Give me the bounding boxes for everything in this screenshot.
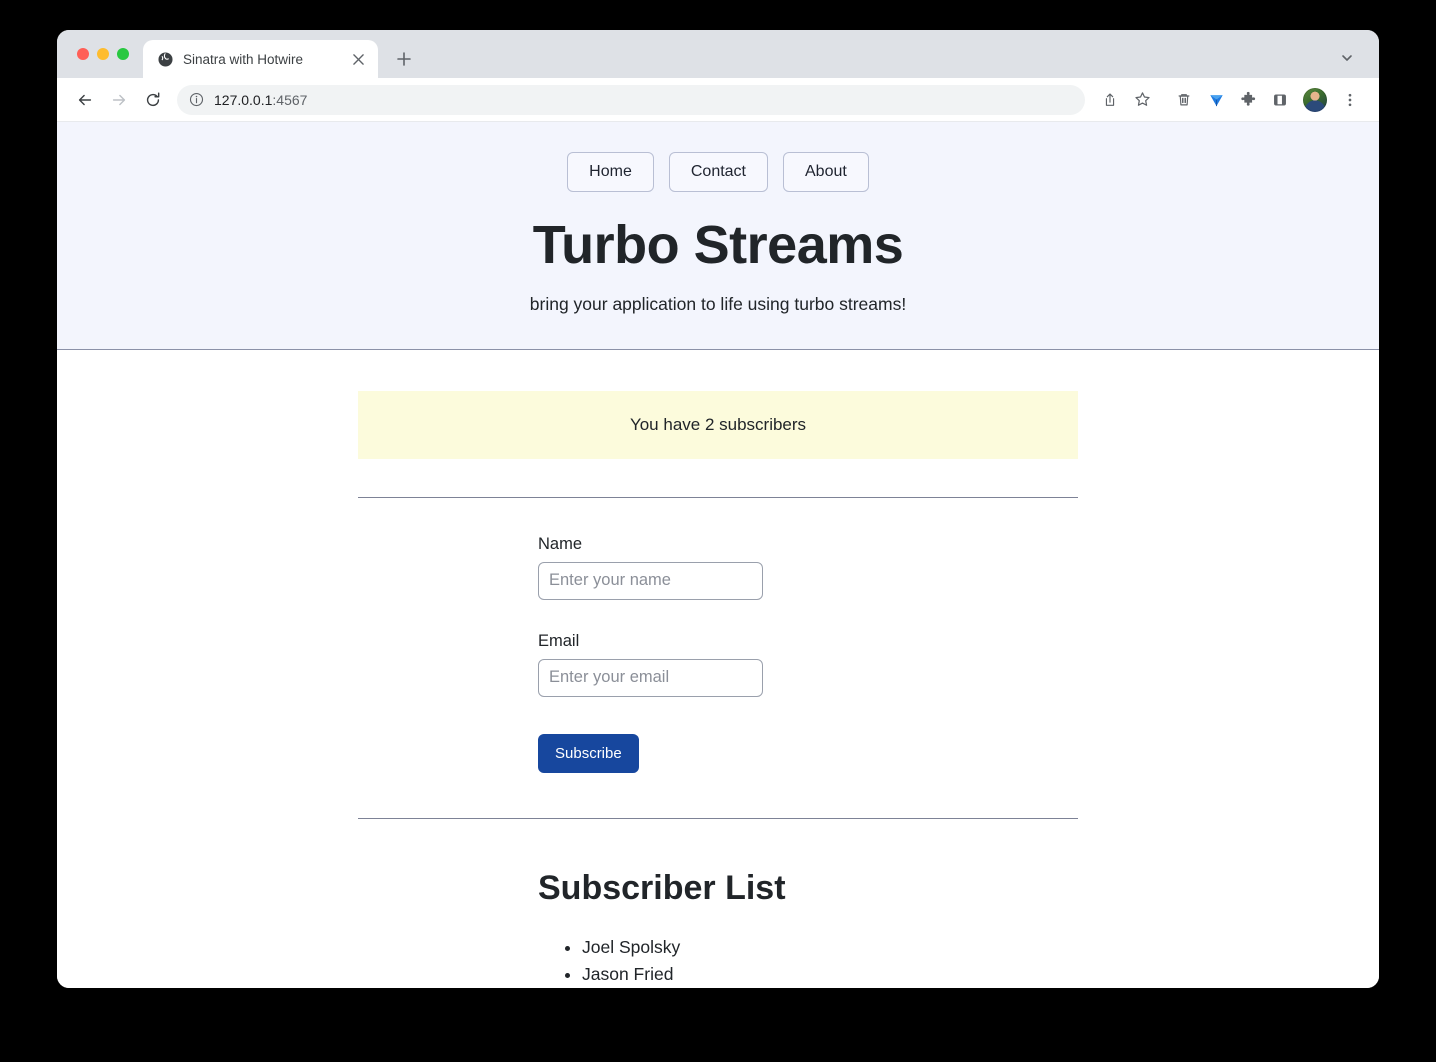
chevron-down-icon[interactable] <box>1333 44 1361 72</box>
subscriber-list: Joel Spolsky Jason Fried <box>538 934 1078 988</box>
subscriber-list-heading: Subscriber List <box>538 868 786 907</box>
star-icon[interactable] <box>1127 85 1157 115</box>
name-field-group: Name <box>538 535 1078 600</box>
maximize-window-button[interactable] <box>117 48 129 60</box>
address-bar[interactable]: 127.0.0.1:4567 <box>177 84 1085 115</box>
list-item: Joel Spolsky <box>582 934 1078 961</box>
email-field-group: Email <box>538 632 1078 697</box>
nav-link-home[interactable]: Home <box>567 152 654 192</box>
page-viewport: Home Contact About Turbo Streams bring y… <box>57 122 1379 988</box>
info-circle-icon[interactable] <box>189 92 204 107</box>
url-text: 127.0.0.1:4567 <box>214 92 307 108</box>
nav-link-about[interactable]: About <box>783 152 869 192</box>
page-title: Turbo Streams <box>532 214 904 275</box>
tab-title: Sinatra with Hotwire <box>183 51 304 67</box>
page-nav: Home Contact About <box>57 152 1379 192</box>
name-input[interactable] <box>538 561 763 600</box>
url-host: 127.0.0.1 <box>214 91 273 108</box>
three-dot-menu-icon[interactable] <box>1335 85 1365 115</box>
trash-icon[interactable] <box>1169 85 1199 115</box>
close-icon[interactable] <box>348 49 368 69</box>
subscribe-form: Name Email Subscribe <box>358 498 1078 773</box>
subscriber-list-section: Subscriber List Joel Spolsky Jason Fried <box>358 819 1078 988</box>
side-panel-icon[interactable] <box>1265 85 1295 115</box>
minimize-window-button[interactable] <box>97 48 109 60</box>
new-tab-button[interactable] <box>390 45 418 73</box>
browser-window: Sinatra with Hotwire 127.0.0.1:4567 Home… <box>57 30 1379 988</box>
puzzle-piece-icon[interactable] <box>1233 85 1263 115</box>
tab-strip: Sinatra with Hotwire <box>57 30 1379 78</box>
globe-icon <box>157 51 173 67</box>
main-content: You have 2 subscribers Name Email Subscr… <box>358 350 1078 988</box>
back-arrow-icon[interactable] <box>69 84 101 116</box>
subscriber-count-alert: You have 2 subscribers <box>358 390 1078 459</box>
window-controls <box>57 30 143 78</box>
forward-arrow-icon[interactable] <box>103 84 135 116</box>
page-subtitle: bring your application to life using tur… <box>529 293 907 314</box>
blue-gem-icon[interactable] <box>1201 85 1231 115</box>
browser-tab[interactable]: Sinatra with Hotwire <box>143 40 378 78</box>
hero-section: Home Contact About Turbo Streams bring y… <box>57 122 1379 350</box>
name-label: Name <box>538 534 583 553</box>
close-window-button[interactable] <box>77 48 89 60</box>
share-icon[interactable] <box>1095 85 1125 115</box>
browser-toolbar: 127.0.0.1:4567 <box>57 78 1379 122</box>
subscribe-button[interactable]: Subscribe <box>538 733 639 773</box>
email-label: Email <box>538 631 580 650</box>
list-item: Jason Fried <box>582 961 1078 988</box>
nav-link-contact[interactable]: Contact <box>668 152 768 192</box>
avatar[interactable] <box>1303 87 1327 112</box>
reload-icon[interactable] <box>137 84 169 116</box>
url-port: :4567 <box>272 91 308 108</box>
email-input[interactable] <box>538 658 763 697</box>
